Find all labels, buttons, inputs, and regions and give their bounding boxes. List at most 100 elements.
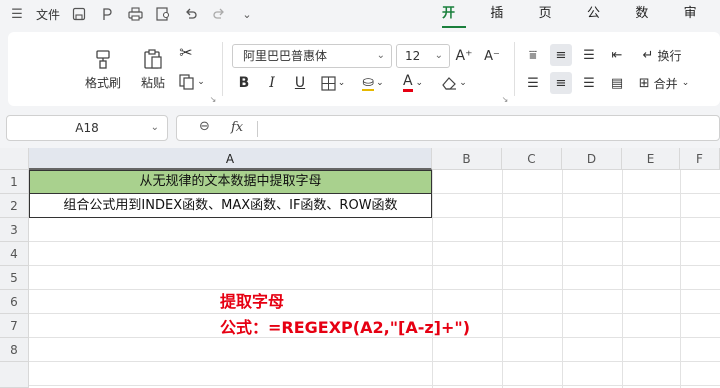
chevron-down-icon[interactable]: ⌄ bbox=[238, 5, 256, 23]
align-bottom-icon[interactable]: ☰ bbox=[578, 44, 600, 66]
format-painter-icon bbox=[96, 49, 110, 69]
tab-insert[interactable]: 插入 bbox=[478, 0, 526, 49]
grid-line bbox=[502, 170, 503, 388]
select-all-corner[interactable] bbox=[0, 148, 29, 170]
align-top-icon[interactable]: ⩸ bbox=[522, 44, 544, 66]
ribbon: 格式刷 粘贴 ✂ ⌄ ↘ 阿里巴巴普惠体 ⌄ 12 ⌄ A⁺ A⁻ B I U … bbox=[8, 32, 720, 106]
grid-line bbox=[680, 170, 681, 388]
wrap-text-icon: ↵ bbox=[642, 47, 654, 63]
wrap-text-button[interactable]: ↵ 换行 bbox=[634, 44, 690, 66]
font-size-select[interactable]: 12 ⌄ bbox=[396, 44, 450, 68]
row-header-5[interactable]: 5 bbox=[0, 266, 29, 290]
chevron-down-icon: ⌄ bbox=[434, 50, 443, 61]
decrease-font-size-button[interactable]: A⁻ bbox=[480, 44, 504, 68]
distributed-align-icon[interactable]: ▤ bbox=[606, 72, 628, 94]
tab-review[interactable]: 审阅 bbox=[672, 0, 720, 49]
menu-bar: ☰ 文件 ⌄ 开始 插入 页面 公式 数据 审阅 bbox=[0, 0, 720, 49]
ribbon-separator bbox=[514, 42, 515, 96]
tab-formula[interactable]: 公式 bbox=[575, 0, 623, 49]
annotation-formula: 公式：=REGEXP(A2,"[A-z]+") bbox=[220, 318, 471, 337]
formula-bar: A18 ⌄ ⊖ fx bbox=[0, 112, 720, 146]
print-icon[interactable] bbox=[126, 5, 144, 23]
row-header-1[interactable]: 1 bbox=[0, 170, 29, 194]
dialog-launcher-icon[interactable]: ↘ bbox=[500, 94, 510, 104]
paint-bucket-icon: ⛀ bbox=[362, 74, 375, 91]
grid-line bbox=[29, 361, 720, 362]
align-right-icon[interactable]: ☰ bbox=[578, 72, 600, 94]
dialog-launcher-icon[interactable]: ↘ bbox=[208, 94, 218, 104]
format-painter-button[interactable]: 格式刷 bbox=[82, 38, 124, 100]
column-header-d[interactable]: D bbox=[562, 148, 622, 170]
align-left-icon[interactable]: ☰ bbox=[522, 72, 544, 94]
fill-color-button[interactable]: ⛀ ⌄ bbox=[356, 72, 390, 94]
wrap-text-label: 换行 bbox=[657, 48, 682, 63]
row-header-2[interactable]: 2 bbox=[0, 194, 29, 218]
row-header-7[interactable]: 7 bbox=[0, 314, 29, 338]
row-header-9[interactable] bbox=[0, 362, 29, 388]
undo-icon[interactable] bbox=[182, 5, 200, 23]
annotation-title: 提取字母 bbox=[220, 292, 285, 311]
indent-icon[interactable]: ⇤ bbox=[606, 44, 628, 66]
grid-line bbox=[29, 241, 720, 242]
spreadsheet-grid[interactable]: A B C D E F 1 2 3 4 5 6 7 8 从无规律的文本数据中提取… bbox=[0, 148, 720, 388]
cell-a2[interactable]: 组合公式用到INDEX函数、MAX函数、IF函数、ROW函数 bbox=[29, 194, 432, 218]
paste-icon bbox=[144, 48, 162, 69]
copy-icon[interactable]: ⌄ bbox=[176, 72, 208, 92]
align-middle-icon[interactable]: ≡ bbox=[550, 44, 572, 66]
chevron-down-icon: ⌄ bbox=[376, 50, 385, 61]
bold-button[interactable]: B bbox=[234, 72, 254, 94]
column-header-b[interactable]: B bbox=[432, 148, 502, 170]
grid-line bbox=[622, 170, 623, 388]
grid-line bbox=[29, 265, 720, 266]
row-header-8[interactable]: 8 bbox=[0, 338, 29, 362]
font-size-value: 12 bbox=[405, 49, 421, 63]
export-pdf-icon[interactable] bbox=[98, 5, 116, 23]
tab-page[interactable]: 页面 bbox=[527, 0, 575, 49]
hamburger-menu-icon[interactable]: ☰ bbox=[8, 5, 26, 23]
border-button[interactable]: ⌄ bbox=[316, 72, 350, 94]
fx-icon[interactable]: fx bbox=[231, 120, 243, 135]
paste-button[interactable]: 粘贴 bbox=[130, 38, 176, 100]
column-header-e[interactable]: E bbox=[622, 148, 680, 170]
print-preview-icon[interactable] bbox=[154, 5, 172, 23]
zoom-search-icon[interactable]: ⊖ bbox=[199, 119, 210, 134]
formula-input[interactable]: ⊖ fx bbox=[176, 115, 720, 141]
row-header-4[interactable]: 4 bbox=[0, 242, 29, 266]
save-icon[interactable] bbox=[70, 5, 88, 23]
border-icon bbox=[321, 75, 336, 91]
eraser-icon bbox=[442, 77, 457, 90]
align-center-icon[interactable]: ≡ bbox=[550, 72, 572, 94]
ribbon-separator bbox=[222, 42, 223, 96]
format-painter-label: 格式刷 bbox=[84, 75, 121, 90]
name-box[interactable]: A18 ⌄ bbox=[6, 115, 168, 141]
italic-button[interactable]: I bbox=[262, 72, 282, 94]
chevron-down-icon: ⌄ bbox=[150, 122, 159, 133]
file-menu[interactable]: 文件 bbox=[36, 6, 60, 23]
formula-divider bbox=[257, 121, 258, 137]
cut-icon[interactable]: ✂ bbox=[176, 42, 196, 62]
underline-button[interactable]: U bbox=[290, 72, 310, 94]
cell-a1[interactable]: 从无规律的文本数据中提取字母 bbox=[29, 170, 432, 194]
clear-format-button[interactable]: ⌄ bbox=[436, 72, 472, 94]
grid-line bbox=[432, 170, 433, 388]
font-color-button[interactable]: A ⌄ bbox=[396, 72, 430, 94]
font-color-icon: A bbox=[402, 74, 413, 92]
font-name-value: 阿里巴巴普惠体 bbox=[243, 49, 328, 63]
name-box-value: A18 bbox=[75, 121, 99, 135]
column-header-c[interactable]: C bbox=[502, 148, 562, 170]
column-header-f[interactable]: F bbox=[680, 148, 720, 170]
increase-font-size-button[interactable]: A⁺ bbox=[452, 44, 476, 68]
tab-home[interactable]: 开始 bbox=[430, 0, 478, 49]
column-header-a[interactable]: A bbox=[29, 148, 432, 170]
redo-icon[interactable] bbox=[210, 5, 228, 23]
row-header-6[interactable]: 6 bbox=[0, 290, 29, 314]
grid-line bbox=[562, 170, 563, 388]
grid-line bbox=[29, 289, 720, 290]
paste-label: 粘贴 bbox=[140, 75, 165, 90]
row-header-3[interactable]: 3 bbox=[0, 218, 29, 242]
merge-cells-icon: ⊞ bbox=[638, 75, 650, 91]
merge-cells-button[interactable]: ⊞ 合并 ⌄ bbox=[634, 72, 694, 94]
tab-data[interactable]: 数据 bbox=[623, 0, 671, 49]
font-name-select[interactable]: 阿里巴巴普惠体 ⌄ bbox=[232, 44, 392, 68]
merge-cells-label: 合并 bbox=[653, 76, 678, 91]
